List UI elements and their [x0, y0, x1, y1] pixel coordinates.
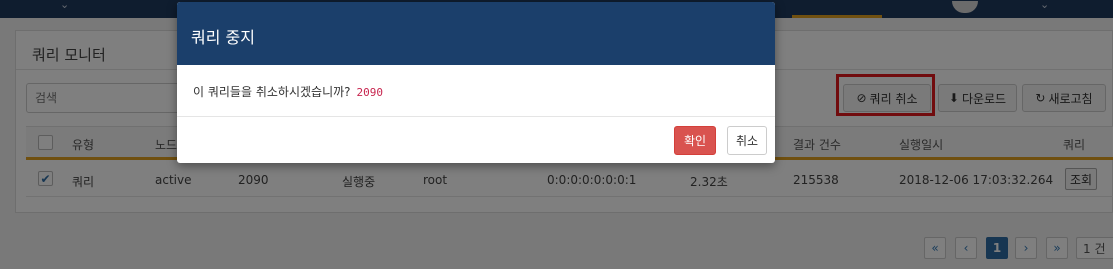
dialog-title: 쿼리 중지 [177, 2, 775, 65]
dialog-footer: 확인 취소 [177, 117, 775, 163]
dialog-message: 이 쿼리들을 취소하시겠습니까? [193, 85, 351, 99]
confirm-button[interactable]: 확인 [674, 126, 716, 155]
dialog-body: 이 쿼리들을 취소하시겠습니까? 2090 [177, 65, 775, 117]
stop-query-dialog: 쿼리 중지 이 쿼리들을 취소하시겠습니까? 2090 확인 취소 [177, 2, 775, 163]
dialog-cancel-button[interactable]: 취소 [727, 126, 767, 155]
dialog-query-ids: 2090 [356, 86, 384, 99]
